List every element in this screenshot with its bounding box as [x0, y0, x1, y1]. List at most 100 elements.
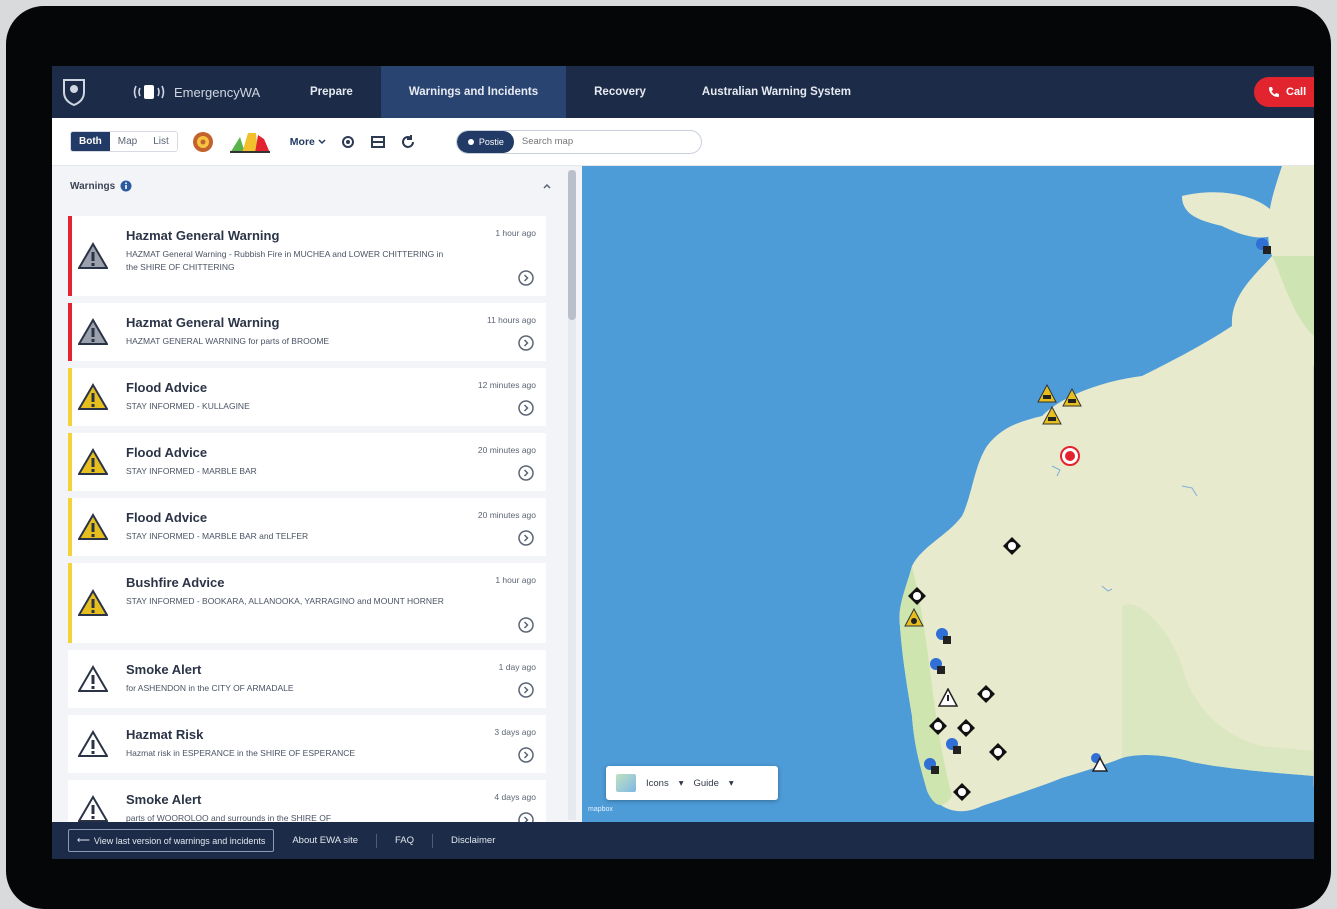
warning-title: Smoke Alert — [126, 662, 202, 677]
warnings-heading: Warnings — [70, 180, 116, 192]
warning-time: 12 minutes ago — [477, 380, 536, 390]
flood-warning-icon[interactable] — [1042, 406, 1062, 426]
chevron-up-icon[interactable] — [542, 181, 552, 191]
chevron-right-circle-icon[interactable] — [518, 617, 534, 633]
incident-marker-icon[interactable] — [907, 586, 927, 606]
incident-marker-icon[interactable] — [952, 782, 972, 802]
chevron-down-icon: ▾ — [678, 777, 684, 789]
brand-logo[interactable]: EmergencyWA — [132, 83, 282, 101]
fire-danger-gauge-icon[interactable] — [228, 129, 272, 155]
footer-link-faq[interactable]: FAQ — [395, 835, 414, 846]
more-label: More — [289, 135, 315, 148]
guide-dropdown[interactable]: Guide — [694, 778, 719, 789]
warning-card[interactable]: Flood Advice STAY INFORMED - KULLAGINE 12 … — [68, 368, 546, 426]
incident-person-icon[interactable] — [1254, 236, 1274, 256]
warning-description: STAY INFORMED - BOOKARA, ALLANOOKA, YARR… — [126, 596, 444, 606]
footer: ⟵ View last version of warnings and inci… — [52, 822, 1314, 859]
alert-triangle-icon — [72, 650, 114, 708]
footer-link-disclaimer[interactable]: Disclaimer — [451, 835, 495, 846]
warning-card[interactable]: Bushfire Advice STAY INFORMED - BOOKARA, … — [68, 563, 546, 643]
warning-time: 1 hour ago — [495, 228, 536, 238]
warning-time: 1 day ago — [498, 662, 536, 672]
device-frame: EmergencyWA Prepare Warnings and Inciden… — [6, 6, 1331, 909]
warning-card[interactable]: Hazmat General Warning HAZMAT GENERAL WAR… — [68, 303, 546, 361]
call-button[interactable]: Call — [1254, 77, 1314, 107]
incident-marker-icon[interactable] — [1002, 536, 1022, 556]
incident-marker-icon[interactable] — [956, 718, 976, 738]
bushfire-advice-icon[interactable] — [904, 608, 924, 628]
view-both-button[interactable]: Both — [71, 132, 110, 151]
location-icon[interactable] — [340, 134, 356, 150]
warning-card[interactable]: Flood Advice STAY INFORMED - MARBLE BAR a… — [68, 498, 546, 556]
sidebar-scrollbar[interactable] — [568, 170, 576, 820]
chevron-right-circle-icon[interactable] — [518, 530, 534, 546]
alert-triangle-icon — [72, 715, 114, 773]
flood-warning-icon[interactable] — [1037, 384, 1057, 404]
warning-card[interactable]: Smoke Alert for ASHENDON in the CITY OF A… — [68, 650, 546, 708]
chevron-right-circle-icon[interactable] — [518, 682, 534, 698]
warning-description: HAZMAT General Warning - Rubbish Fire in… — [126, 249, 444, 272]
warning-card[interactable]: Hazmat Risk Hazmat risk in ESPERANCE in t… — [68, 715, 546, 773]
smoke-alert-icon[interactable] — [938, 688, 958, 708]
incident-map[interactable]: Icons ▾ Guide ▾ mapbox — [582, 166, 1314, 822]
chevron-right-circle-icon[interactable] — [518, 400, 534, 416]
nav-warnings-incidents[interactable]: Warnings and Incidents — [380, 66, 567, 124]
old-version-label: View last version of warnings and incide… — [93, 835, 266, 846]
warning-card[interactable]: Hazmat General Warning HAZMAT General War… — [68, 216, 546, 296]
fire-danger-rating-icon[interactable] — [192, 131, 214, 153]
scrollbar-thumb[interactable] — [568, 170, 576, 320]
call-label: Call — [1286, 86, 1307, 98]
warnings-sidebar: Warnings Hazmat General Warning HAZMAT Ge… — [52, 166, 582, 822]
warning-title: Hazmat Risk — [126, 727, 204, 742]
footer-link-about[interactable]: About EWA site — [292, 835, 358, 846]
chevron-right-circle-icon[interactable] — [518, 812, 534, 822]
view-list-button[interactable]: List — [145, 132, 177, 151]
warnings-list: Hazmat General Warning HAZMAT General War… — [68, 216, 546, 822]
incident-person-icon[interactable] — [928, 656, 948, 676]
refresh-icon[interactable] — [400, 134, 416, 150]
chevron-right-circle-icon[interactable] — [518, 747, 534, 763]
wa-crest-icon[interactable] — [52, 66, 96, 118]
mapbox-attribution[interactable]: mapbox — [588, 806, 613, 813]
chevron-right-circle-icon[interactable] — [518, 335, 534, 351]
chevron-down-icon — [318, 138, 326, 144]
hazmat-warning-icon[interactable] — [1060, 446, 1080, 466]
warning-description: STAY INFORMED - MARBLE BAR and TELFER — [126, 531, 309, 541]
nav-australian-warning-system[interactable]: Australian Warning System — [674, 66, 879, 118]
flood-warning-icon[interactable] — [1062, 388, 1082, 408]
warning-card[interactable]: Smoke Alert parts of WOOROLOO and surroun… — [68, 780, 546, 822]
incident-marker-icon[interactable] — [928, 716, 948, 736]
incident-person-icon[interactable] — [922, 756, 942, 776]
incident-person-icon[interactable] — [944, 736, 964, 756]
phone-icon — [1269, 87, 1279, 97]
info-icon[interactable] — [120, 180, 132, 192]
chevron-right-circle-icon[interactable] — [518, 270, 534, 286]
emergency-wa-logo-icon — [133, 85, 165, 99]
warning-card[interactable]: Flood Advice STAY INFORMED - MARBLE BAR 20… — [68, 433, 546, 491]
icons-dropdown[interactable]: Icons — [646, 778, 669, 789]
nav-recovery[interactable]: Recovery — [566, 66, 674, 118]
advice-triangle-icon — [72, 433, 114, 491]
basemap-thumbnail[interactable] — [616, 774, 636, 792]
warning-description: STAY INFORMED - MARBLE BAR — [126, 466, 257, 476]
search-input[interactable] — [513, 130, 701, 153]
hazmat-triangle-icon — [72, 303, 114, 361]
search-filter-pill[interactable]: Postie — [456, 130, 514, 153]
warnings-header: Warnings — [52, 166, 582, 206]
incident-person-icon[interactable] — [934, 626, 954, 646]
arrow-left-icon: ⟵ — [77, 835, 90, 845]
grid-icon[interactable] — [370, 134, 386, 150]
warning-time: 20 minutes ago — [477, 445, 536, 455]
incident-marker-icon[interactable] — [976, 684, 996, 704]
warning-description: for ASHENDON in the CITY OF ARMADALE — [126, 683, 294, 693]
nav-prepare[interactable]: Prepare — [282, 66, 381, 118]
more-dropdown[interactable]: More — [290, 136, 326, 148]
warning-title: Hazmat General Warning — [126, 315, 280, 330]
view-old-version-button[interactable]: ⟵ View last version of warnings and inci… — [68, 829, 275, 852]
warning-card-body: Hazmat Risk Hazmat risk in ESPERANCE in t… — [114, 715, 546, 773]
incident-marker-icon[interactable] — [988, 742, 1008, 762]
chevron-right-circle-icon[interactable] — [518, 465, 534, 481]
top-nav: EmergencyWA Prepare Warnings and Inciden… — [52, 66, 1314, 124]
view-map-button[interactable]: Map — [109, 132, 146, 151]
hazmat-risk-icon[interactable] — [1088, 752, 1108, 772]
